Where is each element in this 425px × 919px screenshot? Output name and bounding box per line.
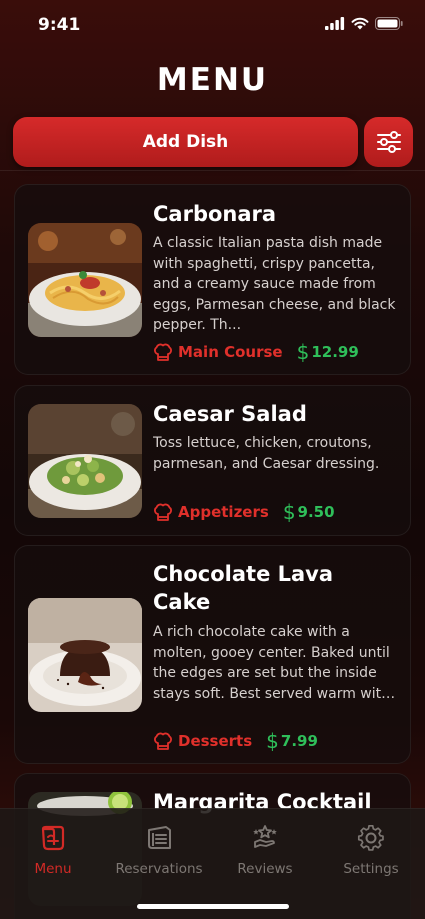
tab-label: Reviews: [237, 861, 293, 877]
dish-image: [28, 598, 142, 712]
dish-image: [28, 404, 142, 518]
dish-card[interactable]: Carbonara A classic Italian pasta dish m…: [14, 184, 411, 375]
wifi-icon: [351, 17, 369, 30]
dish-name: Carbonara: [153, 202, 277, 226]
dish-price: 9.50: [297, 503, 335, 521]
add-dish-button[interactable]: Add Dish: [13, 117, 358, 167]
dish-meta: Appetizers $ 9.50: [152, 500, 335, 524]
chef-hat-icon: [154, 503, 172, 521]
dish-category: Appetizers: [178, 503, 269, 521]
dish-card[interactable]: Chocolate Lava Cake A rich chocolate cak…: [14, 545, 411, 764]
status-icons: [325, 17, 403, 30]
tab-label: Reservations: [115, 861, 203, 877]
filter-button[interactable]: [364, 117, 413, 167]
dish-image: [28, 223, 142, 337]
chef-hat-icon: [154, 343, 172, 361]
dish-description: A rich chocolate cake with a molten, goo…: [153, 624, 391, 702]
status-bar: 9:41: [0, 0, 425, 48]
tab-reservations[interactable]: Reservations: [106, 823, 212, 877]
dish-price: 12.99: [311, 343, 359, 361]
dish-card[interactable]: Caesar Salad Toss lettuce, chicken, crou…: [14, 385, 411, 536]
cellular-signal-icon: [325, 17, 345, 30]
sliders-icon: [376, 131, 401, 153]
tab-label: Menu: [34, 861, 72, 877]
dollar-icon: $: [266, 729, 279, 753]
chef-hat-icon: [154, 732, 172, 750]
menu-book-icon: [41, 825, 65, 851]
dish-meta: Main Course $ 12.99: [152, 340, 359, 364]
dollar-icon: $: [282, 500, 296, 524]
dish-name: Chocolate Lava Cake: [153, 562, 334, 614]
tab-menu[interactable]: Menu: [0, 823, 106, 877]
tab-reviews[interactable]: Reviews: [212, 823, 318, 877]
tab-bar: Menu Reservations Reviews Settings: [0, 808, 425, 919]
reviews-icon: [253, 825, 277, 848]
dish-meta: Desserts $ 7.99: [152, 729, 318, 753]
dish-price: 7.99: [280, 732, 318, 750]
dish-category: Desserts: [178, 732, 253, 750]
battery-icon: [375, 17, 403, 30]
status-time: 9:41: [38, 15, 81, 35]
dish-name: Caesar Salad: [153, 402, 307, 426]
tab-settings[interactable]: Settings: [318, 823, 424, 877]
page-title: MENU: [156, 62, 269, 98]
tab-label: Settings: [343, 861, 399, 877]
dish-description: Toss lettuce, chicken, croutons, parmesa…: [153, 435, 380, 472]
reservations-icon: [148, 826, 171, 849]
dish-category: Main Course: [178, 343, 283, 361]
dish-description: A classic Italian pasta dish made with s…: [153, 235, 396, 333]
gear-icon: [357, 824, 384, 851]
home-indicator: [137, 904, 289, 909]
dollar-icon: $: [296, 340, 310, 364]
header-divider: [0, 170, 425, 171]
